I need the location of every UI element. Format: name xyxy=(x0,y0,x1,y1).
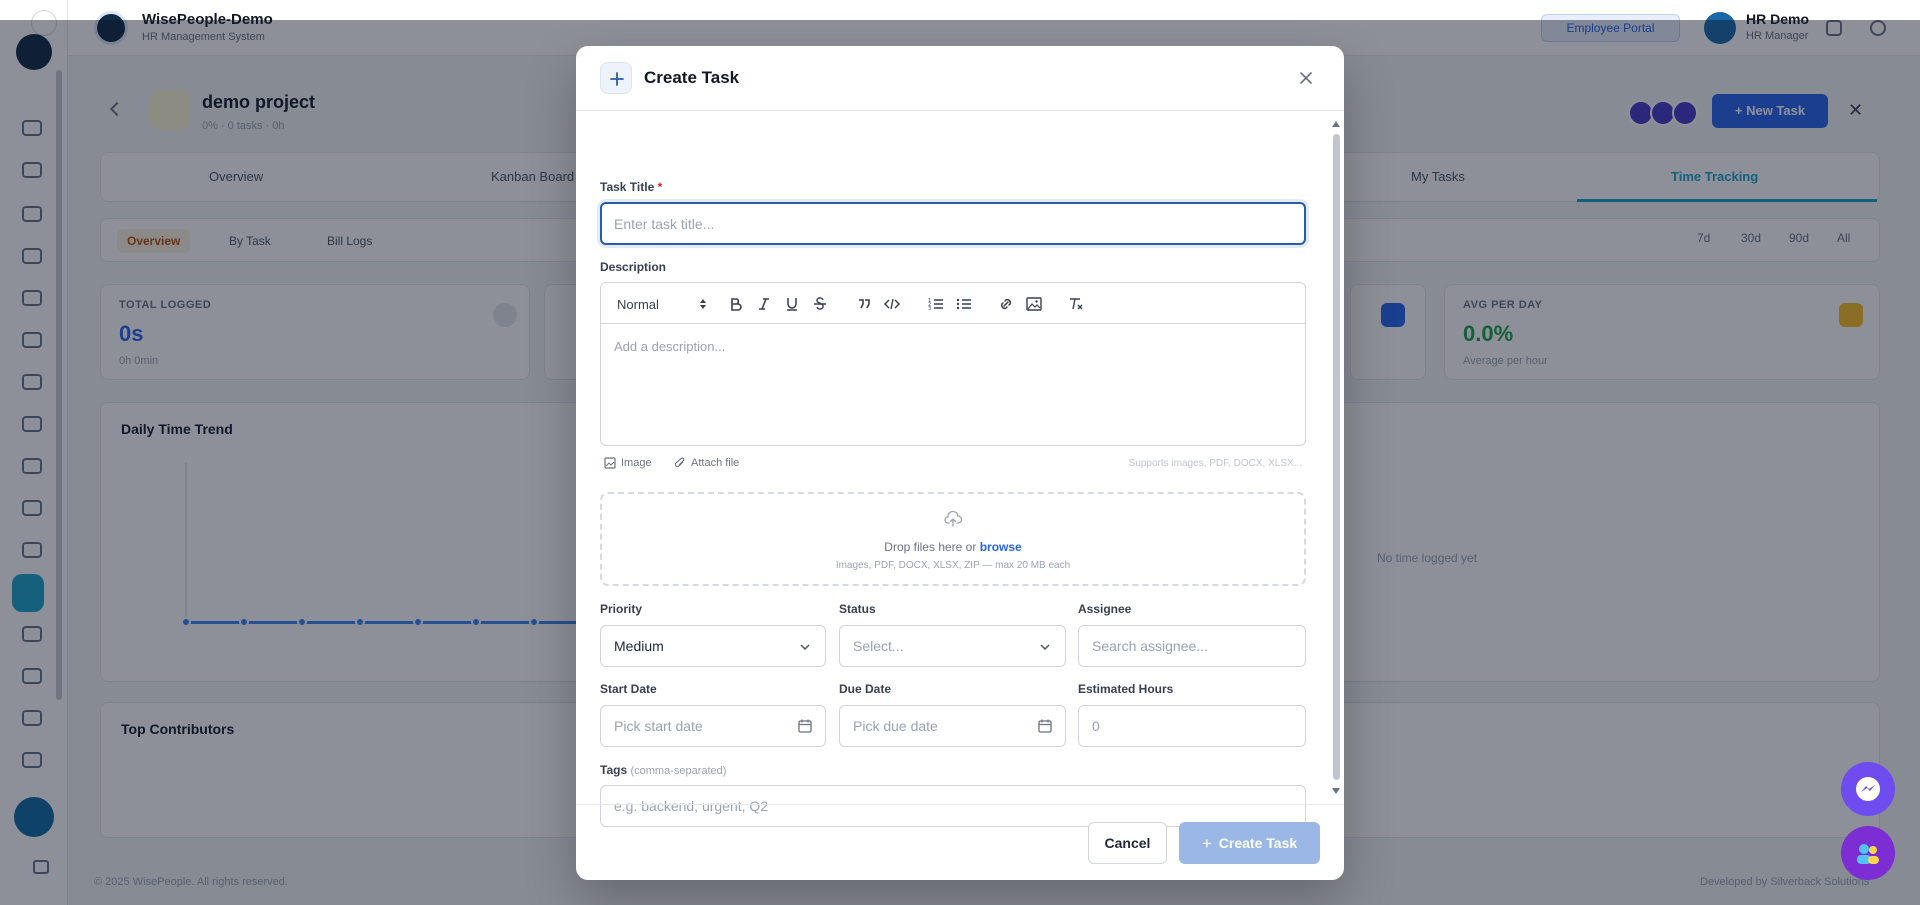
underline-icon[interactable] xyxy=(783,295,801,313)
calendar-icon xyxy=(1038,719,1052,733)
modal-scrollbar[interactable] xyxy=(1331,118,1341,798)
ordered-list-icon[interactable]: 123 xyxy=(927,295,945,313)
estimated-hours-label: Estimated Hours xyxy=(1078,682,1174,696)
link-icon[interactable] xyxy=(997,295,1015,313)
priority-select[interactable]: Medium xyxy=(600,625,826,667)
modal-header: Create Task xyxy=(576,46,1344,111)
sort-arrows-icon xyxy=(700,299,706,309)
quote-icon[interactable] xyxy=(855,295,873,313)
image-icon[interactable] xyxy=(1025,295,1043,313)
due-date-label: Due Date xyxy=(839,682,892,696)
messenger-button[interactable] xyxy=(1841,762,1895,816)
assignee-search-input[interactable] xyxy=(1078,625,1306,667)
description-label: Description xyxy=(600,260,667,274)
attach-file-button[interactable]: Attach file xyxy=(674,457,739,469)
due-date-picker[interactable]: Pick due date xyxy=(839,705,1066,747)
assignee-label: Assignee xyxy=(1078,602,1132,616)
text-style-select[interactable]: Normal xyxy=(617,295,707,313)
create-task-modal: Create Task Task Title * Description Nor… xyxy=(576,46,1344,880)
task-title-label: Task Title * xyxy=(600,180,662,194)
create-task-label: Create Task xyxy=(1218,835,1298,851)
task-title-input[interactable] xyxy=(600,202,1306,245)
strikethrough-icon[interactable] xyxy=(811,295,829,313)
close-icon[interactable] xyxy=(1296,68,1316,88)
start-date-label: Start Date xyxy=(600,682,657,696)
plus-icon: + xyxy=(1201,834,1212,853)
scroll-down-arrow[interactable] xyxy=(1332,788,1340,794)
modal-icon xyxy=(600,62,632,94)
start-date-picker[interactable]: Pick start date xyxy=(600,705,826,747)
drop-text: Drop files here or xyxy=(884,540,977,554)
file-dropzone[interactable]: Drop files here or browse Images, PDF, D… xyxy=(600,492,1306,586)
text-style-value: Normal xyxy=(617,296,659,312)
description-editor: Normal 123 Add a description... xyxy=(600,282,1306,446)
description-editor-area[interactable]: Add a description... xyxy=(614,339,725,354)
priority-value: Medium xyxy=(614,638,664,654)
chevron-down-icon xyxy=(800,644,810,651)
required-mark: * xyxy=(657,180,663,194)
dropzone-text: Drop files here or browse xyxy=(602,540,1304,554)
plus-icon xyxy=(610,72,624,86)
modal-title: Create Task xyxy=(644,68,740,87)
image-icon xyxy=(604,457,616,469)
code-icon[interactable] xyxy=(883,295,901,313)
modal-body: Task Title * Description Normal 123 Add … xyxy=(576,112,1344,827)
clear-format-icon[interactable] xyxy=(1067,295,1085,313)
messenger-icon xyxy=(1856,777,1880,801)
task-title-label-text: Task Title xyxy=(600,180,655,194)
attach-file-label: Attach file xyxy=(691,457,740,469)
start-date-placeholder: Pick start date xyxy=(614,718,703,734)
image-label: Image xyxy=(621,457,652,469)
tags-label-text: Tags xyxy=(600,763,628,777)
people-icon xyxy=(1857,844,1879,864)
dropzone-subtext: Images, PDF, DOCX, XLSX, ZIP — max 20 MB… xyxy=(835,560,1071,571)
supported-files-text: Supports images, PDF, DOCX, XLSX... xyxy=(1128,458,1302,469)
editor-toolbar: Normal 123 xyxy=(601,283,1305,324)
chevron-down-icon xyxy=(1040,644,1050,651)
status-label: Status xyxy=(839,602,876,616)
scroll-thumb[interactable] xyxy=(1333,134,1340,780)
bullet-list-icon[interactable] xyxy=(955,295,973,313)
priority-label: Priority xyxy=(600,602,643,616)
estimated-hours-input[interactable] xyxy=(1078,705,1306,747)
italic-icon[interactable] xyxy=(755,295,773,313)
team-chat-button[interactable] xyxy=(1841,826,1895,880)
create-task-button[interactable]: + Create Task xyxy=(1179,822,1320,864)
status-placeholder: Select... xyxy=(853,638,904,654)
svg-text:3: 3 xyxy=(928,306,931,311)
browse-link[interactable]: browse xyxy=(980,540,1022,554)
attachment-row: Image Attach file Supports images, PDF, … xyxy=(600,455,1306,475)
tags-hint: (comma-separated) xyxy=(630,765,727,777)
paperclip-icon xyxy=(674,457,685,468)
modal-footer: Cancel + Create Task xyxy=(576,804,1344,880)
bold-icon[interactable] xyxy=(727,295,745,313)
calendar-icon xyxy=(798,719,812,733)
tags-label: Tags (comma-separated) xyxy=(600,763,726,777)
status-select[interactable]: Select... xyxy=(839,625,1066,667)
scroll-up-arrow[interactable] xyxy=(1332,121,1340,127)
cancel-button[interactable]: Cancel xyxy=(1088,822,1167,864)
upload-cloud-icon xyxy=(944,510,962,527)
insert-image-button[interactable]: Image xyxy=(604,457,652,469)
due-date-placeholder: Pick due date xyxy=(853,718,938,734)
